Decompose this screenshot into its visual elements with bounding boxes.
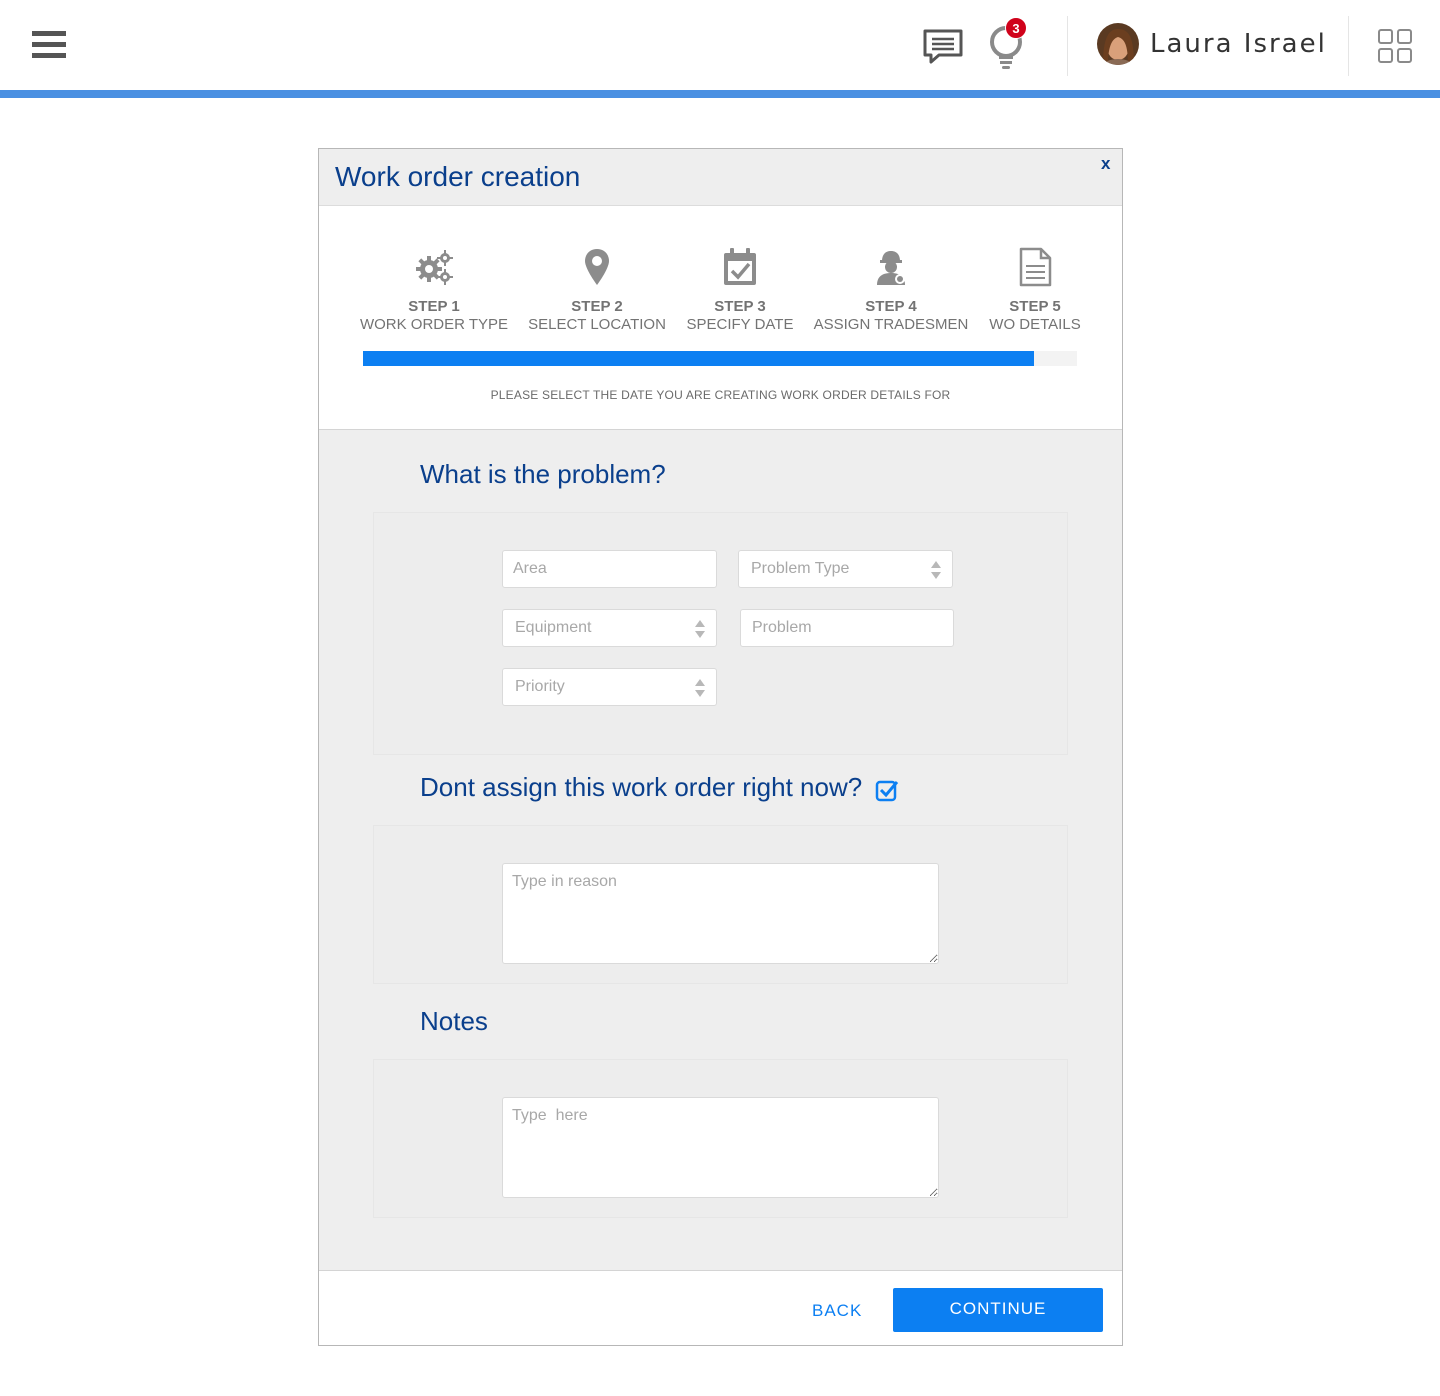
reason-textarea[interactable] [503, 864, 938, 963]
step-label: SELECT LOCATION [528, 316, 666, 333]
area-input[interactable] [503, 551, 716, 587]
modal-header: Work order creation x [319, 149, 1122, 206]
step-indicator: STEP 1 WORK ORDER TYPE STEP 2 SELECT LOC… [319, 207, 1122, 429]
avatar[interactable] [1097, 23, 1139, 65]
step-label: SPECIFY DATE [686, 316, 794, 333]
step-number: STEP 2 [571, 298, 623, 315]
calendar-check-icon [724, 248, 756, 285]
step-3[interactable]: STEP 3 SPECIFY DATE [660, 247, 820, 333]
map-pin-icon [585, 249, 609, 285]
notes-section-title: Notes [420, 1006, 488, 1036]
step-label: WO DETAILS [989, 316, 1081, 333]
step-5[interactable]: STEP 5 WO DETAILS [955, 247, 1115, 333]
notes-field[interactable] [502, 1097, 939, 1198]
dont-assign-checkbox[interactable] [875, 778, 899, 802]
user-name[interactable]: Laura Israel [1150, 29, 1327, 59]
step-label: ASSIGN TRADESMEN [813, 316, 969, 333]
assign-section-title: Dont assign this work order right now? [420, 772, 863, 802]
problem-field[interactable] [740, 609, 954, 647]
top-bar-accent-line [0, 90, 1440, 98]
select-arrows-icon [931, 561, 941, 579]
priority-select[interactable]: Priority [502, 668, 717, 706]
divider [1348, 16, 1349, 76]
problem-section-title: What is the problem? [420, 459, 666, 489]
notes-panel [373, 1059, 1068, 1218]
step-2[interactable]: STEP 2 SELECT LOCATION [517, 247, 677, 333]
document-icon [1019, 247, 1052, 287]
select-arrows-icon [695, 679, 705, 697]
modal-title: Work order creation [335, 161, 581, 192]
instruction-text: PLEASE SELECT THE DATE YOU ARE CREATING … [490, 388, 951, 402]
problem-type-placeholder: Problem Type [751, 560, 850, 577]
area-field[interactable] [502, 550, 717, 588]
step-4[interactable]: STEP 4 ASSIGN TRADESMEN [811, 247, 971, 333]
worker-icon [877, 251, 905, 285]
problem-type-select[interactable]: Problem Type [738, 550, 953, 588]
work-order-modal: Work order creation x STEP 1 WORK ORDER … [318, 148, 1123, 1346]
top-bar: 3 Laura Israel [0, 0, 1440, 90]
step-label: WORK ORDER TYPE [359, 316, 509, 333]
progress-bar [363, 351, 1077, 366]
menu-icon[interactable] [32, 31, 66, 59]
progress-fill [363, 351, 1035, 366]
modal-footer: BACK CONTINUE [319, 1270, 1122, 1345]
step-number: STEP 1 [408, 298, 460, 315]
continue-button[interactable]: CONTINUE [893, 1288, 1103, 1332]
assign-panel [373, 825, 1068, 984]
notification-badge: 3 [1005, 17, 1027, 39]
step-number: STEP 4 [865, 298, 917, 315]
equipment-select[interactable]: Equipment [502, 609, 717, 647]
chat-icon[interactable] [922, 28, 964, 66]
problem-panel: Problem Type Equipment Priority [373, 512, 1068, 755]
notes-textarea[interactable] [503, 1098, 938, 1197]
select-arrows-icon [695, 620, 705, 638]
divider [1067, 16, 1068, 76]
equipment-placeholder: Equipment [515, 619, 592, 636]
form-body: What is the problem? Problem Type Equipm… [319, 429, 1122, 1270]
gears-icon [416, 250, 453, 285]
reason-field[interactable] [502, 863, 939, 964]
problem-input[interactable] [741, 610, 953, 646]
back-button[interactable]: BACK [812, 1301, 862, 1321]
priority-placeholder: Priority [515, 678, 565, 695]
close-button[interactable]: x [1101, 154, 1110, 174]
step-number: STEP 3 [714, 298, 766, 315]
apps-grid-icon[interactable] [1378, 29, 1412, 63]
step-number: STEP 5 [1009, 298, 1061, 315]
step-1[interactable]: STEP 1 WORK ORDER TYPE [354, 247, 514, 333]
